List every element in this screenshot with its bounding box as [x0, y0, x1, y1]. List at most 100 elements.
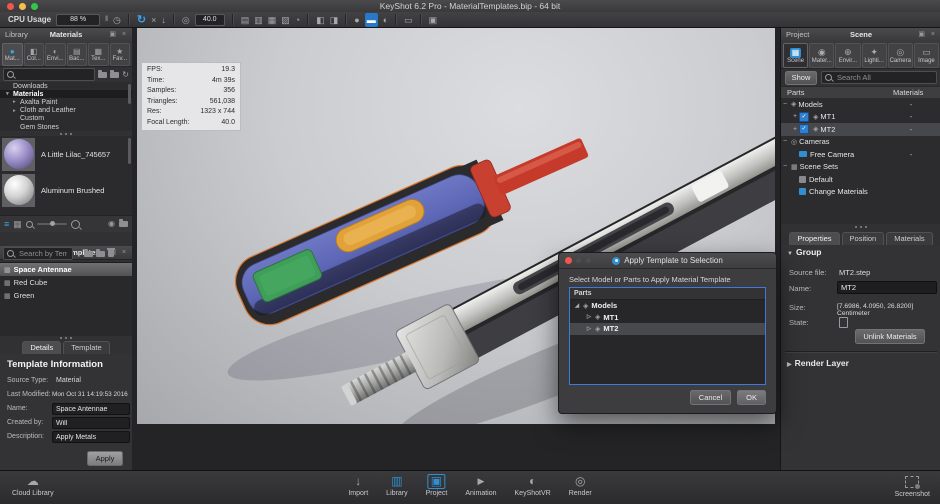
collapsed-arrow-icon[interactable]: ▷	[586, 326, 592, 332]
pause-icon[interactable]: ‖	[105, 13, 108, 27]
tree-item-downloads[interactable]: Downloads	[0, 82, 132, 90]
delete-template-icon[interactable]	[108, 250, 114, 257]
dock-screenshot[interactable]: Screenshot	[895, 474, 930, 498]
grid-view-icon[interactable]: ▦	[13, 219, 22, 229]
refresh-render-icon[interactable]: ↻	[137, 13, 146, 27]
list-view-icon[interactable]: ≡	[4, 219, 9, 229]
zoom-in-icon[interactable]	[71, 220, 80, 229]
tree-item-gem-stones[interactable]: Gem Stones	[0, 123, 132, 131]
tab-textures[interactable]: ▦ Tex...	[88, 43, 109, 66]
scene-search-input[interactable]	[835, 72, 933, 83]
group-heading[interactable]: ▼Group	[787, 247, 821, 257]
template-item-red-cube[interactable]: ▦ Red Cube	[0, 276, 132, 289]
group-name-input[interactable]	[837, 281, 937, 294]
tab-environments[interactable]: ◐ Envi...	[45, 43, 66, 66]
grid-icon[interactable]: ▦	[268, 13, 277, 27]
dock-import[interactable]: ↓ Import	[348, 474, 368, 497]
dialog-item-mt2[interactable]: ▷ ◈ MT2	[570, 323, 765, 335]
unlink-materials-button[interactable]: Unlink Materials	[855, 329, 925, 344]
template-item-space-antennae[interactable]: ▦ Space Antennae	[0, 263, 132, 276]
tab-colors[interactable]: ◧ Col...	[24, 43, 45, 66]
render-layer-section[interactable]: ▶Render Layer	[787, 358, 849, 368]
thumbnail-size-slider[interactable]	[37, 223, 67, 225]
close-window-button[interactable]	[7, 3, 14, 10]
scene-item-cameras[interactable]: − ◎ Cameras	[781, 136, 940, 149]
dialog-titlebar[interactable]: Apply Template to Selection	[559, 253, 776, 269]
collapse-icon[interactable]: −	[781, 138, 789, 145]
lens-icon[interactable]: ◎	[182, 13, 190, 27]
tab-lighting[interactable]: ✦ Lighti...	[862, 43, 887, 68]
scene-item-free-camera[interactable]: Free Camera -	[781, 148, 940, 161]
tree-item-materials[interactable]: ▾ Materials	[0, 90, 132, 98]
tab-properties[interactable]: Properties	[789, 232, 839, 245]
layers-icon[interactable]: ▥	[254, 13, 263, 27]
tab-environment[interactable]: ⊕ Envir...	[835, 43, 860, 68]
tab-materials[interactable]: ● Mat...	[2, 43, 23, 66]
tree-scrollbar[interactable]	[128, 84, 131, 104]
region-icon[interactable]: ▤	[241, 13, 250, 27]
open-folder-icon[interactable]	[119, 221, 128, 227]
library-search-input[interactable]	[17, 69, 91, 80]
apply-template-button[interactable]: Apply	[87, 451, 123, 466]
expanded-arrow-icon[interactable]: ◢	[574, 303, 580, 309]
scene-item-default[interactable]: Default	[781, 173, 940, 186]
add-material-icon[interactable]: ◉	[108, 219, 115, 229]
cancel-button[interactable]: Cancel	[690, 390, 731, 405]
flip-vertical-icon[interactable]: ◨	[330, 13, 339, 27]
tab-camera[interactable]: ◎ Camera	[888, 43, 913, 68]
material-list-item-partial[interactable]	[0, 208, 132, 215]
ground-plane-icon[interactable]: ▬	[365, 13, 378, 27]
template-description-input[interactable]	[52, 431, 130, 443]
focal-length-field[interactable]: 40.0	[195, 14, 225, 26]
scene-item-mt1[interactable]: + ✓ ◈ MT1 -	[781, 111, 940, 124]
import-folder-icon[interactable]	[98, 72, 107, 78]
tab-material[interactable]: ◉ Mater...	[809, 43, 834, 68]
import-template-icon[interactable]	[84, 251, 93, 257]
material-list-scrollbar[interactable]	[128, 138, 131, 164]
cpu-usage-dropdown[interactable]: 88 %	[56, 14, 100, 26]
tab-position[interactable]: Position	[842, 232, 885, 245]
dock-library[interactable]: ▥ Library	[386, 474, 407, 497]
scene-item-scene-sets[interactable]: − ▦ Scene Sets	[781, 161, 940, 174]
collapse-icon[interactable]: −	[781, 101, 789, 108]
perspective-icon[interactable]: ▭	[404, 13, 413, 27]
ok-button[interactable]: OK	[737, 390, 766, 405]
sync-library-icon[interactable]: ↻	[122, 68, 129, 82]
panel-float-close-icons[interactable]: ▣ ×	[918, 28, 937, 41]
material-list-item[interactable]: A Little Lilac_745657	[0, 136, 132, 172]
scene-item-mt2[interactable]: + ✓ ◈ MT2 -	[781, 123, 940, 136]
template-item-green[interactable]: ▦ Green	[0, 289, 132, 302]
library-search-field[interactable]	[3, 68, 95, 81]
flip-horizontal-icon[interactable]: ◧	[316, 13, 325, 27]
dock-project[interactable]: ▣ Project	[426, 474, 448, 497]
materials-column-header[interactable]: Materials	[893, 87, 923, 98]
shade-icon[interactable]: ▧	[281, 13, 290, 27]
scene-item-change-materials[interactable]: Change Materials	[781, 186, 940, 199]
tab-favorites[interactable]: ★ Fav...	[110, 43, 131, 66]
show-dropdown[interactable]: Show	[785, 71, 817, 85]
expand-icon[interactable]: +	[791, 113, 799, 120]
export-template-icon[interactable]	[96, 251, 105, 257]
collapse-icon[interactable]: −	[781, 163, 789, 170]
minimize-window-button[interactable]	[19, 3, 26, 10]
dialog-item-models[interactable]: ◢ ◈ Models	[570, 300, 765, 312]
tab-image[interactable]: ▭ Image	[914, 43, 939, 68]
environment-icon[interactable]: ◐	[383, 13, 388, 27]
dock-keyshotvr[interactable]: ◐ KeyShotVR	[515, 474, 551, 497]
material-list-item[interactable]: Aluminum Brushed	[0, 172, 132, 208]
visibility-checkbox[interactable]: ✓	[799, 124, 809, 134]
material-ball-icon[interactable]: ●	[354, 13, 359, 27]
tab-backplates[interactable]: ▤ Bac...	[67, 43, 88, 66]
expand-icon[interactable]: +	[791, 126, 799, 133]
template-name-input[interactable]	[52, 403, 130, 415]
dialog-item-mt1[interactable]: ▷ ◈ MT1	[570, 312, 765, 324]
tab-details[interactable]: Details	[22, 341, 61, 354]
dock-cloud-library[interactable]: ☁ Cloud Library	[12, 474, 54, 497]
timer-icon[interactable]: ◷	[113, 13, 121, 27]
image-toolbar-icon[interactable]: ▣	[429, 13, 438, 27]
visibility-checkbox[interactable]: ✓	[799, 112, 809, 122]
scene-search-field[interactable]	[821, 71, 937, 84]
tree-item-custom[interactable]: Custom	[0, 115, 132, 123]
parts-column-header[interactable]: Parts	[787, 87, 805, 98]
zoom-out-icon[interactable]	[26, 221, 33, 228]
